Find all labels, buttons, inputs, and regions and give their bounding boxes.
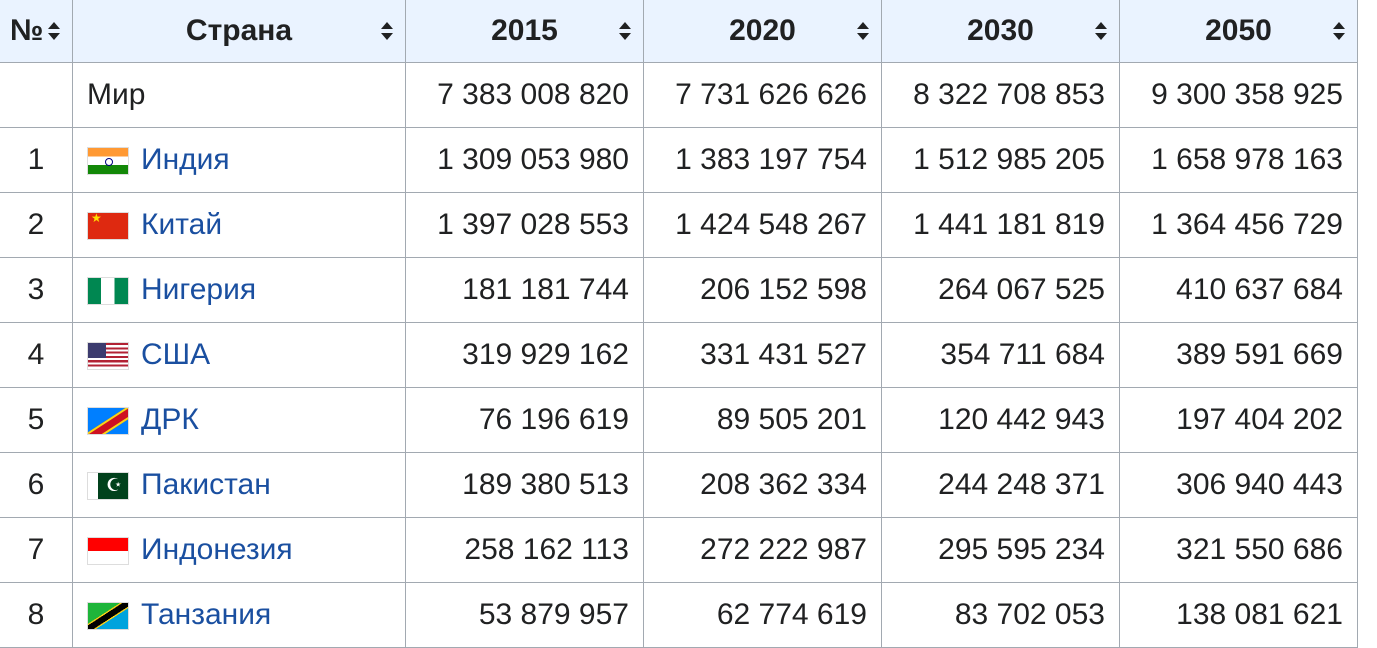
value-2050: 138 081 621: [1119, 582, 1358, 648]
table-row: 3 Нигерия 181 181 744 206 152 598 264 06…: [0, 257, 1358, 323]
pakistan-flag-icon[interactable]: [87, 472, 129, 501]
india-flag-icon[interactable]: [87, 147, 129, 176]
value-2030: 83 702 053: [881, 582, 1120, 648]
country-link[interactable]: ДРК: [141, 403, 199, 436]
country-cell: Китай: [72, 192, 406, 258]
country-cell: США: [72, 322, 406, 388]
country-link[interactable]: Индия: [141, 143, 230, 176]
value-2015: 181 181 744: [405, 257, 644, 323]
rank-cell: 4: [0, 322, 73, 388]
value-2030: 264 067 525: [881, 257, 1120, 323]
header-row: № Страна 2015 2020 2030 2050: [0, 0, 1358, 63]
header-2020[interactable]: 2020: [643, 0, 882, 63]
value-2020: 208 362 334: [643, 452, 882, 518]
value-2030: 1 512 985 205: [881, 127, 1120, 193]
value-2015: 1 397 028 553: [405, 192, 644, 258]
drc-flag-icon[interactable]: [87, 407, 129, 436]
value-2030: 354 711 684: [881, 322, 1120, 388]
header-rank[interactable]: №: [0, 0, 73, 63]
table-row: 6 Пакистан 189 380 513 208 362 334 244 2…: [0, 452, 1358, 518]
value-2050: 410 637 684: [1119, 257, 1358, 323]
rank-cell: 2: [0, 192, 73, 258]
rank-cell: 7: [0, 517, 73, 583]
rank-cell: 6: [0, 452, 73, 518]
table-row: 5 ДРК 76 196 619 89 505 201 120 442 943 …: [0, 387, 1358, 453]
value-2020: 331 431 527: [643, 322, 882, 388]
table-row: 2 Китай 1 397 028 553 1 424 548 267 1 44…: [0, 192, 1358, 258]
tanzania-flag-icon[interactable]: [87, 602, 129, 631]
country-link[interactable]: Танзания: [141, 598, 271, 631]
china-flag-icon[interactable]: [87, 212, 129, 241]
value-2050: 1 364 456 729: [1119, 192, 1358, 258]
sort-icon[interactable]: [381, 22, 393, 40]
country-cell: Нигерия: [72, 257, 406, 323]
table-row: 8 Танзания 53 879 957 62 774 619 83 702 …: [0, 582, 1358, 648]
value-2050: 306 940 443: [1119, 452, 1358, 518]
header-2030[interactable]: 2030: [881, 0, 1120, 63]
value-2030: 8 322 708 853: [881, 62, 1120, 128]
value-2050: 1 658 978 163: [1119, 127, 1358, 193]
value-2015: 189 380 513: [405, 452, 644, 518]
value-2020: 62 774 619: [643, 582, 882, 648]
header-country[interactable]: Страна: [72, 0, 406, 63]
value-2020: 1 383 197 754: [643, 127, 882, 193]
country-link[interactable]: Индонезия: [141, 533, 293, 566]
value-2015: 7 383 008 820: [405, 62, 644, 128]
country-link[interactable]: Нигерия: [141, 273, 256, 306]
header-2015-label: 2015: [491, 14, 558, 47]
value-2030: 295 595 234: [881, 517, 1120, 583]
country-cell: Танзания: [72, 582, 406, 648]
value-2020: 272 222 987: [643, 517, 882, 583]
value-2050: 197 404 202: [1119, 387, 1358, 453]
table-row: 4 США 319 929 162 331 431 527 354 711 68…: [0, 322, 1358, 388]
value-2020: 89 505 201: [643, 387, 882, 453]
usa-flag-icon[interactable]: [87, 342, 129, 371]
population-table: № Страна 2015 2020 2030 2050 Мир 7 383 0…: [0, 0, 1358, 648]
country-cell: Индия: [72, 127, 406, 193]
value-2030: 244 248 371: [881, 452, 1120, 518]
country-link[interactable]: США: [141, 338, 210, 371]
sort-icon[interactable]: [1333, 22, 1345, 40]
table-row: 1 Индия 1 309 053 980 1 383 197 754 1 51…: [0, 127, 1358, 193]
rank-cell: [0, 62, 73, 128]
rank-cell: 5: [0, 387, 73, 453]
value-2050: 389 591 669: [1119, 322, 1358, 388]
rank-cell: 8: [0, 582, 73, 648]
nigeria-flag-icon[interactable]: [87, 277, 129, 306]
country-link[interactable]: Пакистан: [141, 468, 271, 501]
header-rank-label: №: [10, 14, 44, 47]
header-2030-label: 2030: [967, 14, 1034, 47]
sort-icon[interactable]: [48, 22, 60, 40]
value-2020: 7 731 626 626: [643, 62, 882, 128]
country-cell: ДРК: [72, 387, 406, 453]
country-cell: Индонезия: [72, 517, 406, 583]
value-2020: 1 424 548 267: [643, 192, 882, 258]
value-2050: 321 550 686: [1119, 517, 1358, 583]
value-2015: 258 162 113: [405, 517, 644, 583]
value-2030: 1 441 181 819: [881, 192, 1120, 258]
rank-cell: 3: [0, 257, 73, 323]
value-2015: 1 309 053 980: [405, 127, 644, 193]
value-2020: 206 152 598: [643, 257, 882, 323]
country-link[interactable]: Китай: [141, 208, 222, 241]
value-2015: 76 196 619: [405, 387, 644, 453]
country-cell: Мир: [72, 62, 406, 128]
header-2020-label: 2020: [729, 14, 796, 47]
header-2015[interactable]: 2015: [405, 0, 644, 63]
value-2015: 319 929 162: [405, 322, 644, 388]
header-country-label: Страна: [185, 14, 293, 47]
sort-icon[interactable]: [1095, 22, 1107, 40]
sort-icon[interactable]: [619, 22, 631, 40]
table-row: 7 Индонезия 258 162 113 272 222 987 295 …: [0, 517, 1358, 583]
indonesia-flag-icon[interactable]: [87, 537, 129, 566]
header-2050[interactable]: 2050: [1119, 0, 1358, 63]
value-2015: 53 879 957: [405, 582, 644, 648]
world-row: Мир 7 383 008 820 7 731 626 626 8 322 70…: [0, 62, 1358, 128]
rank-cell: 1: [0, 127, 73, 193]
value-2030: 120 442 943: [881, 387, 1120, 453]
header-2050-label: 2050: [1205, 14, 1272, 47]
value-2050: 9 300 358 925: [1119, 62, 1358, 128]
country-cell: Пакистан: [72, 452, 406, 518]
sort-icon[interactable]: [857, 22, 869, 40]
